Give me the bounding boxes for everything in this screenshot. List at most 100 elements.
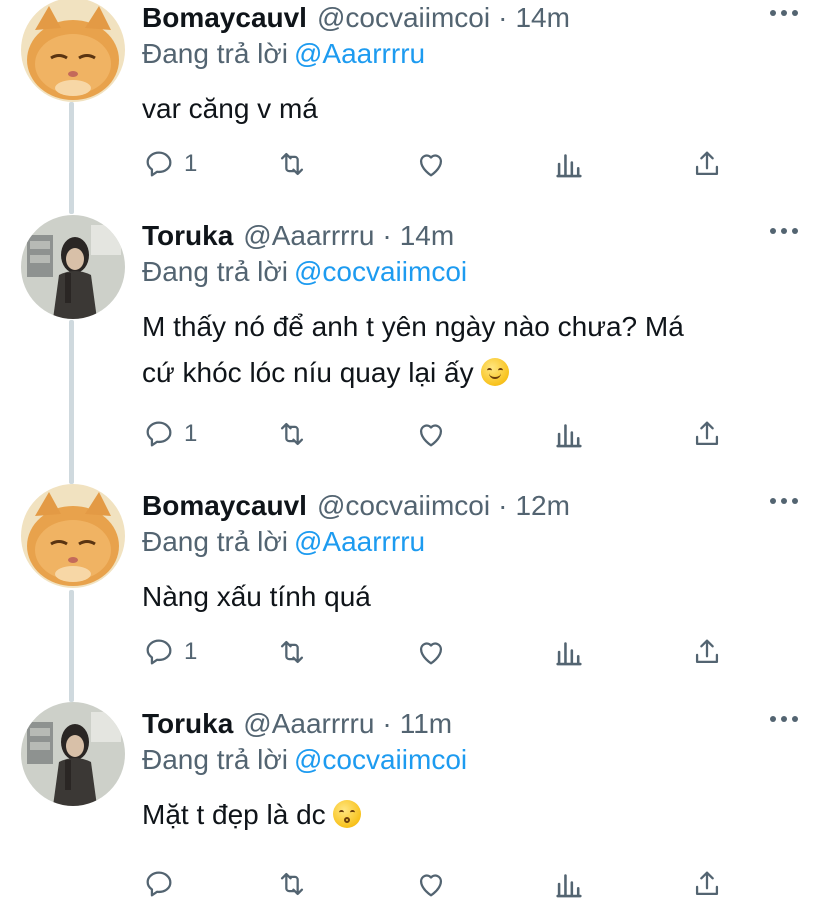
reply-count: 1 [184,150,198,177]
tweet[interactable]: Bomaycauvl @cocvaiimcoi · 12m Đang trả l… [0,484,828,688]
separator: · [382,708,392,739]
avatar[interactable] [21,0,125,102]
author-name[interactable]: Toruka [142,708,233,740]
analytics-button[interactable] [552,416,586,452]
replying-to-label: Đang trả lời [142,38,288,69]
more-icon[interactable] [770,712,798,726]
tweet-text: M thấy nó để anh t yên ngày nào chưa? Má… [142,304,802,396]
retweet-icon [280,422,304,446]
more-icon[interactable] [770,494,798,508]
share-icon [695,871,719,896]
author-handle[interactable]: @cocvaiimcoi [317,2,490,34]
reply-icon [146,421,172,447]
analytics-icon [556,154,582,178]
tweet[interactable]: Bomaycauvl @cocvaiimcoi · 14m Đang trả l… [0,0,828,200]
avatar[interactable] [21,702,125,806]
replying-to: Đang trả lời @Aaarrrru [142,38,425,70]
replying-to-label: Đang trả lời [142,526,288,557]
separator: · [498,2,508,33]
mention-link[interactable]: @Aaarrrru [294,38,425,69]
tweet-text-line: M thấy nó để anh t yên ngày nào chưa? Má [142,311,684,342]
tweet-header: Bomaycauvl @cocvaiimcoi · 14m [142,0,570,36]
girl-avatar-image [21,702,125,806]
mention-link[interactable]: @cocvaiimcoi [294,256,467,287]
tweet-text: Mặt t đẹp là dc [142,792,802,838]
tweet[interactable]: Toruka @Aaarrrru · 14m Đang trả lời @cocv… [0,215,828,480]
timestamp[interactable]: 14m [515,2,569,34]
replying-to: Đang trả lời @Aaarrrru [142,526,425,558]
girl-avatar-image [21,215,125,319]
share-icon [695,639,719,664]
share-button[interactable] [690,634,724,670]
tweet-text: var căng v má [142,93,318,124]
cat-avatar-image [21,0,125,102]
timestamp[interactable]: 12m [515,490,569,522]
retweet-button[interactable] [275,866,309,902]
tweet-text-line: cứ khóc lóc níu quay lại ấy [142,357,474,388]
replying-to-label: Đang trả lời [142,744,288,775]
retweet-icon [280,152,304,176]
tweet-header: Toruka @Aaarrrru · 14m [142,218,454,254]
author-name[interactable]: Toruka [142,220,233,252]
reply-button[interactable]: 1 [142,634,197,670]
share-icon [695,421,719,446]
separator: · [498,490,508,521]
author-handle[interactable]: @Aaarrrru [243,220,374,252]
author-handle[interactable]: @Aaarrrru [243,708,374,740]
avatar[interactable] [21,484,125,588]
share-button[interactable] [690,146,724,182]
analytics-icon [556,642,582,666]
share-button[interactable] [690,416,724,452]
like-button[interactable] [414,146,448,182]
like-icon [419,424,443,447]
like-icon [419,874,443,897]
timestamp[interactable]: 14m [400,220,454,252]
action-bar [142,866,732,902]
more-icon[interactable] [770,224,798,238]
cat-avatar-image [21,484,125,588]
reply-icon [146,639,172,665]
tweet-header: Toruka @Aaarrrru · 11m [142,706,452,742]
action-bar: 1 [142,146,732,182]
reply-button[interactable]: 1 [142,146,197,182]
retweet-icon [280,872,304,896]
share-icon [695,151,719,176]
kissing-face-emoji [333,800,362,828]
retweet-button[interactable] [275,416,309,452]
like-icon [419,154,443,177]
author-handle[interactable]: @cocvaiimcoi [317,490,490,522]
like-button[interactable] [414,866,448,902]
more-icon[interactable] [770,6,798,20]
tweet-text-line-wrap: cứ khóc lóc níu quay lại ấy [142,350,802,396]
avatar[interactable] [21,215,125,319]
action-bar: 1 [142,634,732,670]
reply-count: 1 [184,420,198,447]
analytics-button[interactable] [552,146,586,182]
timestamp[interactable]: 11m [400,708,452,740]
action-bar: 1 [142,416,732,452]
reply-count: 1 [184,638,198,665]
like-icon [419,642,443,665]
like-button[interactable] [414,634,448,670]
mention-link[interactable]: @Aaarrrru [294,526,425,557]
retweet-icon [280,640,304,664]
share-button[interactable] [690,866,724,902]
mention-link[interactable]: @cocvaiimcoi [294,744,467,775]
analytics-button[interactable] [552,634,586,670]
author-name[interactable]: Bomaycauvl [142,490,307,522]
like-button[interactable] [414,416,448,452]
replying-to: Đang trả lời @cocvaiimcoi [142,256,467,288]
replying-to-label: Đang trả lời [142,256,288,287]
author-name[interactable]: Bomaycauvl [142,2,307,34]
retweet-button[interactable] [275,634,309,670]
retweet-button[interactable] [275,146,309,182]
replying-to: Đang trả lời @cocvaiimcoi [142,744,467,776]
reply-button[interactable]: 1 [142,416,197,452]
analytics-button[interactable] [552,866,586,902]
reply-icon [146,151,172,177]
analytics-icon [556,424,582,448]
reply-button[interactable] [142,866,184,902]
tweet[interactable]: Toruka @Aaarrrru · 11m Đang trả lời @cocv… [0,702,828,913]
separator: · [382,220,392,251]
analytics-icon [556,874,582,898]
